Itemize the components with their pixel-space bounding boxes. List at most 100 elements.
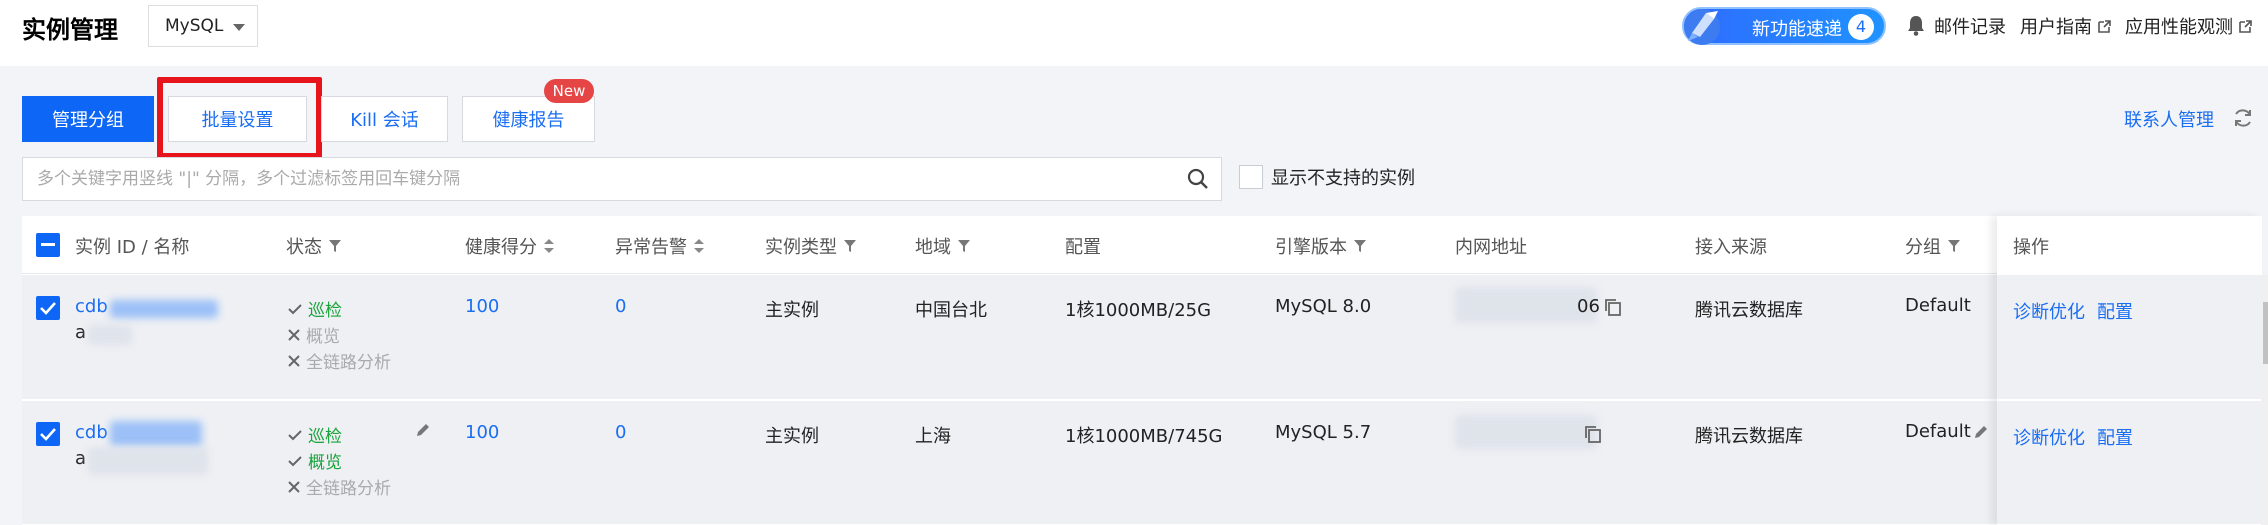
instance-type: 主实例 [765, 426, 819, 447]
status-overview[interactable]: 概览 [288, 448, 342, 473]
highlight-box [157, 77, 322, 159]
check-icon [40, 428, 56, 441]
edit-icon[interactable] [414, 421, 432, 439]
access-source: 腾讯云数据库 [1695, 426, 1803, 447]
copy-icon[interactable] [1584, 425, 1602, 443]
close-icon [288, 354, 300, 367]
filter-icon[interactable] [328, 239, 342, 253]
filter-icon[interactable] [843, 239, 857, 253]
instance-name: a [75, 322, 87, 343]
table-row: cdb a 巡检 概览 全链路分析 100 0 主实例 中国台北 1核1000M… [22, 275, 1997, 399]
diagnose-link[interactable]: 诊断优化 [2013, 298, 2085, 324]
redacted-id [110, 300, 218, 318]
health-score[interactable]: 100 [465, 296, 499, 317]
col-alerts[interactable]: 异常告警 [615, 233, 705, 259]
config-link[interactable]: 配置 [2097, 298, 2133, 324]
alert-count[interactable]: 0 [615, 296, 626, 317]
bell-icon[interactable] [1906, 14, 1926, 36]
status-full-trace: 全链路分析 [288, 474, 391, 499]
table-header: 实例 ID / 名称 状态 健康得分 异常告警 实例类型 地域 配置 引擎版本 … [22, 216, 2262, 274]
instance-name: a [75, 448, 87, 469]
col-private-ip: 内网地址 [1455, 237, 1527, 258]
status-inspection[interactable]: 巡检 [288, 296, 342, 321]
col-status[interactable]: 状态 [286, 233, 342, 259]
filter-icon[interactable] [1353, 239, 1367, 253]
col-actions: 操作 [2013, 237, 2049, 258]
config: 1核1000MB/25G [1065, 300, 1212, 321]
checkbox[interactable] [1239, 165, 1263, 189]
config-link[interactable]: 配置 [2097, 424, 2133, 450]
access-source: 腾讯云数据库 [1695, 300, 1803, 321]
diagnose-link[interactable]: 诊断优化 [2013, 424, 2085, 450]
actions-row: 诊断优化 配置 [1997, 400, 2262, 524]
sort-icon[interactable] [543, 238, 555, 254]
table-row: cdb a 巡检 概览 全链路分析 100 0 主实例 上海 1核1000MB/… [22, 400, 1997, 524]
engine-version: MySQL 5.7 [1275, 422, 1372, 443]
sort-icon[interactable] [693, 238, 705, 254]
row-checkbox[interactable] [36, 296, 60, 320]
config: 1核1000MB/745G [1065, 426, 1223, 447]
new-badge: New [544, 79, 594, 103]
col-engine[interactable]: 引擎版本 [1275, 233, 1367, 259]
search-icon[interactable] [1186, 167, 1210, 191]
redacted-id [110, 421, 202, 447]
show-unsupported-label: 显示不支持的实例 [1271, 168, 1415, 189]
new-feature-label: 新功能速递 [1752, 19, 1842, 40]
contact-manage-link[interactable]: 联系人管理 [2124, 106, 2214, 132]
new-feature-button[interactable]: 新功能速递 4 [1682, 7, 1886, 45]
tab-kill-session[interactable]: Kill 会话 [321, 96, 448, 142]
col-instance-id: 实例 ID / 名称 [75, 237, 190, 258]
close-icon [288, 480, 300, 493]
ip-suffix: 06 [1577, 296, 1600, 317]
status-overview: 概览 [288, 322, 340, 347]
user-guide-link[interactable]: 用户指南 [2020, 13, 2111, 39]
col-region[interactable]: 地域 [915, 233, 971, 259]
instance-type: 主实例 [765, 300, 819, 321]
health-score[interactable]: 100 [465, 422, 499, 443]
check-icon [288, 303, 302, 314]
filter-icon[interactable] [1947, 239, 1961, 253]
new-feature-count: 4 [1848, 14, 1874, 40]
col-health-score[interactable]: 健康得分 [465, 233, 555, 259]
apm-link[interactable]: 应用性能观测 [2125, 13, 2252, 39]
external-link-icon [2098, 19, 2111, 33]
db-type-value: MySQL [165, 16, 224, 36]
row-checkbox[interactable] [36, 422, 60, 446]
check-icon [40, 302, 56, 315]
col-source: 接入来源 [1695, 237, 1767, 258]
instance-id-link[interactable]: cdb [75, 422, 108, 443]
redacted-name [88, 447, 208, 475]
search-input[interactable] [37, 158, 1167, 200]
close-icon [288, 328, 300, 341]
status-full-trace: 全链路分析 [288, 348, 391, 373]
db-type-select[interactable]: MySQL [148, 5, 258, 47]
redacted-name [88, 325, 132, 345]
show-unsupported-checkbox[interactable]: 显示不支持的实例 [1239, 164, 1415, 190]
instance-table: 实例 ID / 名称 状态 健康得分 异常告警 实例类型 地域 配置 引擎版本 … [22, 216, 2268, 525]
alert-count[interactable]: 0 [615, 422, 626, 443]
copy-icon[interactable] [1604, 298, 1622, 316]
region: 中国台北 [915, 300, 987, 321]
rocket-icon [1684, 9, 1720, 45]
mail-records-link[interactable]: 邮件记录 [1934, 13, 2006, 39]
top-bar: 实例管理 MySQL 新功能速递 4 邮件记录 用户指南 应用性能观测 [0, 0, 2268, 66]
redacted-ip [1455, 287, 1597, 323]
refresh-icon[interactable] [2232, 107, 2254, 129]
select-all-checkbox[interactable] [36, 233, 60, 257]
scrollbar-thumb[interactable] [2263, 302, 2268, 364]
instance-id-link[interactable]: cdb [75, 296, 108, 317]
search-box [22, 157, 1222, 201]
col-group[interactable]: 分组 [1905, 233, 1961, 259]
page-title: 实例管理 [22, 16, 118, 44]
filter-icon[interactable] [957, 239, 971, 253]
col-config: 配置 [1065, 237, 1101, 258]
external-link-icon [2239, 19, 2252, 33]
tab-manage-group[interactable]: 管理分组 [22, 96, 154, 142]
status-inspection[interactable]: 巡检 [288, 422, 342, 447]
edit-icon[interactable] [1972, 423, 1990, 441]
region: 上海 [915, 426, 951, 447]
col-instance-type[interactable]: 实例类型 [765, 233, 857, 259]
check-icon [288, 429, 302, 440]
chevron-down-icon [233, 24, 245, 31]
group-value: Default [1905, 421, 1971, 442]
